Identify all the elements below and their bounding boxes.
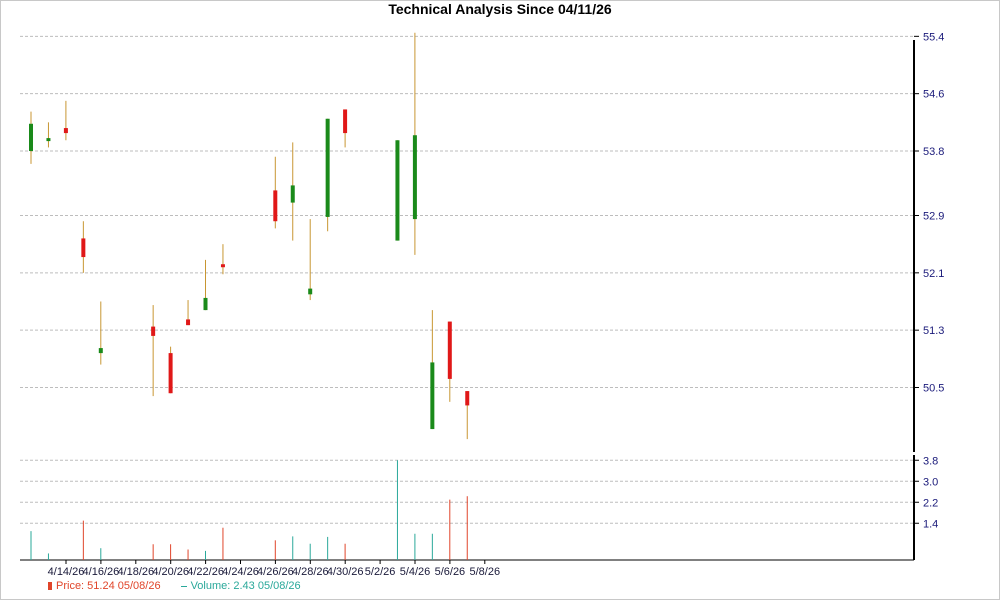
price-tick-label: 53.8	[923, 146, 944, 158]
candle-body-down	[447, 321, 452, 379]
volume-axis: 3.8 3.0 2.2 1.4	[913, 455, 938, 560]
candle-body-down	[343, 109, 348, 134]
date-tick-label: 5/4/26	[400, 566, 431, 578]
volume-tick-label: 1.4	[923, 518, 938, 530]
volume-tick-label: 2.2	[923, 497, 938, 509]
candle-body-down	[465, 391, 470, 406]
legend-volume-label: Volume: 2.43 05/08/26	[190, 580, 301, 592]
candle-body-down	[220, 264, 225, 268]
legend-volume: Volume: 2.43 05/08/26	[180, 580, 301, 592]
candle-body-down	[168, 353, 173, 394]
price-tick-label: 52.9	[923, 211, 944, 223]
date-tick-label: 4/14/26	[48, 566, 85, 578]
volume-swatch-icon	[180, 585, 187, 587]
candle-body-up	[203, 297, 208, 311]
candle-body-up	[290, 185, 295, 203]
date-tick-label: 5/8/26	[470, 566, 501, 578]
candle-body-down	[186, 319, 191, 326]
date-tick-label: 4/30/26	[327, 566, 364, 578]
legend-price: Price: 51.24 05/08/26	[48, 580, 161, 592]
price-tick-label: 51.3	[923, 325, 944, 337]
candle-body-up	[412, 135, 417, 220]
price-tick-label: 50.5	[923, 383, 944, 395]
price-tick-label: 55.4	[923, 31, 944, 43]
volume-bars	[30, 460, 468, 560]
candle-body-up	[46, 138, 51, 142]
candle-body-down	[81, 238, 86, 258]
date-tick-label: 4/22/26	[187, 566, 224, 578]
candle-body-up	[430, 362, 435, 430]
date-tick-label: 4/18/26	[117, 566, 154, 578]
date-tick-label: 5/2/26	[365, 566, 396, 578]
date-tick-label: 5/6/26	[435, 566, 466, 578]
candle-body-up	[308, 288, 313, 295]
date-tick-label: 4/26/26	[257, 566, 294, 578]
price-tick-label: 52.1	[923, 268, 944, 280]
candlestick-chart: 55.4 54.6 53.8 52.9 52.1 51.3 50.5 3.8 3.0 2.2 1.…	[20, 31, 944, 578]
price-axis: 55.4 54.6 53.8 52.9 52.1 51.3 50.5	[913, 31, 944, 452]
candle-body-up	[29, 123, 33, 151]
candle-body-down	[151, 326, 156, 336]
date-tick-label: 4/24/26	[222, 566, 259, 578]
price-swatch-icon	[48, 582, 52, 590]
candle-body-up	[325, 118, 330, 217]
date-tick-label: 4/28/26	[292, 566, 329, 578]
candle-body-down	[63, 128, 68, 134]
price-tick-label: 54.6	[923, 89, 944, 101]
date-axis: 4/14/264/16/264/18/264/20/264/22/264/24/…	[20, 559, 914, 578]
volume-tick-label: 3.0	[923, 476, 938, 488]
date-tick-label: 4/16/26	[83, 566, 120, 578]
volume-tick-label: 3.8	[923, 455, 938, 467]
candle-body-up	[98, 348, 103, 354]
date-tick-label: 4/20/26	[152, 566, 189, 578]
legend: Price: 51.24 05/08/26 Volume: 2.43 05/08…	[48, 580, 301, 592]
legend-price-label: Price: 51.24 05/08/26	[56, 580, 161, 592]
candle-body-up	[395, 140, 400, 241]
candle-body-down	[273, 190, 278, 222]
